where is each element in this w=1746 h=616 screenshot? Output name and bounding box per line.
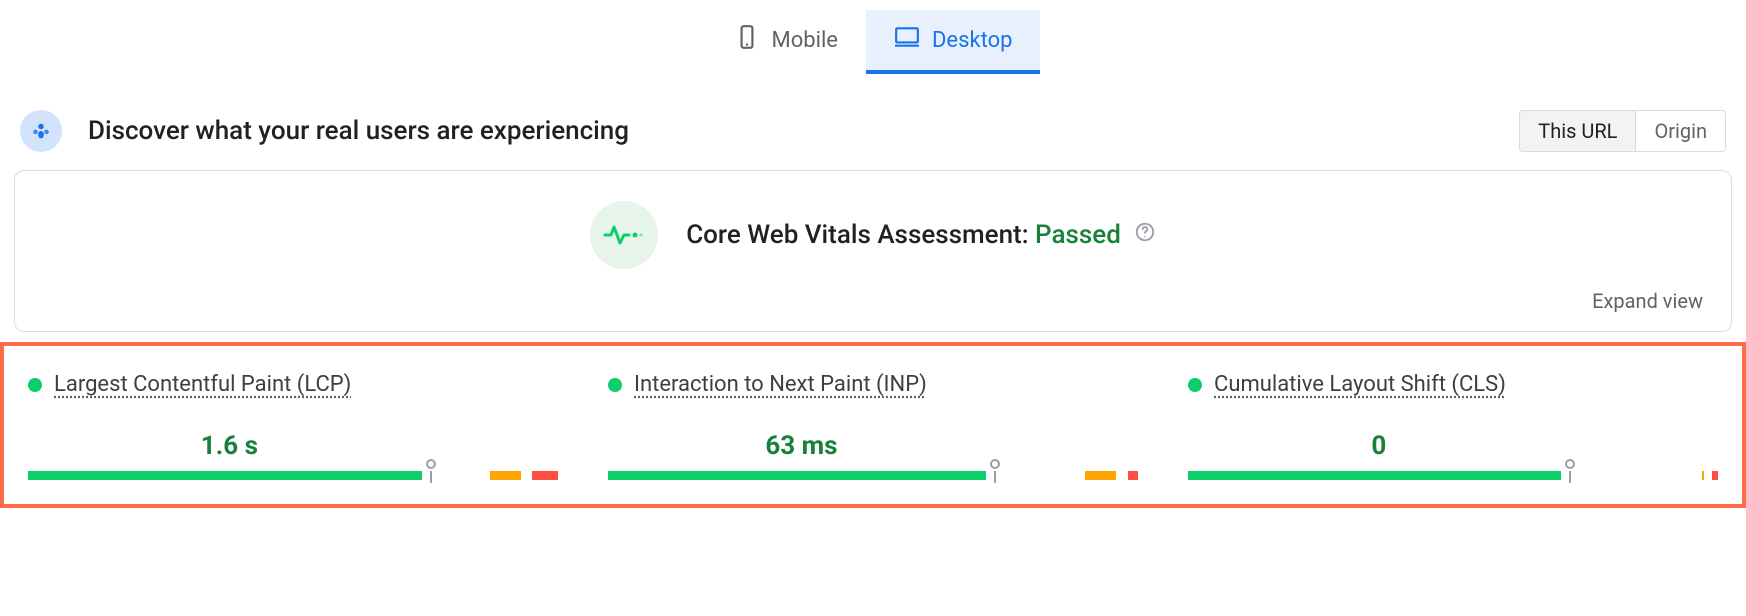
url-origin-toggle: This URL Origin — [1519, 110, 1726, 152]
status-dot-good — [28, 378, 42, 392]
assessment-row: Core Web Vitals Assessment: Passed — [43, 201, 1703, 269]
metric-value-inp: 63 ms — [608, 431, 1138, 461]
assessment-status: Passed — [1035, 220, 1121, 250]
metric-value-lcp: 1.6 s — [28, 431, 558, 461]
toggle-origin[interactable]: Origin — [1636, 111, 1725, 151]
users-icon — [20, 110, 62, 152]
expand-view-link[interactable]: Expand view — [43, 289, 1703, 313]
metric-header: Cumulative Layout Shift (CLS) — [1188, 372, 1718, 397]
marker-inp — [990, 459, 1000, 469]
toggle-this-url[interactable]: This URL — [1520, 111, 1636, 151]
status-dot-good — [1188, 378, 1202, 392]
metric-value-cls: 0 — [1188, 431, 1718, 461]
metric-inp: Interaction to Next Paint (INP) 63 ms — [608, 372, 1138, 480]
metric-name-lcp[interactable]: Largest Contentful Paint (LCP) — [54, 372, 351, 397]
metrics-highlight: Largest Contentful Paint (LCP) 1.6 s Int… — [0, 342, 1746, 508]
help-icon[interactable] — [1134, 220, 1156, 250]
tab-desktop-label: Desktop — [932, 28, 1013, 53]
assessment-text: Core Web Vitals Assessment: Passed — [686, 220, 1156, 250]
marker-lcp — [426, 459, 436, 469]
tab-mobile[interactable]: Mobile — [706, 10, 866, 74]
metric-lcp: Largest Contentful Paint (LCP) 1.6 s — [28, 372, 558, 480]
metric-name-cls[interactable]: Cumulative Layout Shift (CLS) — [1214, 372, 1506, 397]
status-dot-good — [608, 378, 622, 392]
marker-cls — [1565, 459, 1575, 469]
desktop-icon — [894, 24, 920, 56]
header-left: Discover what your real users are experi… — [20, 110, 629, 152]
tab-desktop[interactable]: Desktop — [866, 10, 1041, 74]
assessment-label: Core Web Vitals Assessment: — [686, 220, 1035, 250]
metric-bar-cls — [1188, 471, 1718, 480]
metric-cls: Cumulative Layout Shift (CLS) 0 — [1188, 372, 1718, 480]
pulse-icon — [590, 201, 658, 269]
metric-name-inp[interactable]: Interaction to Next Paint (INP) — [634, 372, 927, 397]
mobile-icon — [734, 24, 760, 56]
header-row: Discover what your real users are experi… — [0, 74, 1746, 170]
metric-bar-lcp — [28, 471, 558, 480]
metric-header: Largest Contentful Paint (LCP) — [28, 372, 558, 397]
vitals-card: Core Web Vitals Assessment: Passed Expan… — [14, 170, 1732, 332]
metric-bar-inp — [608, 471, 1138, 480]
page-title: Discover what your real users are experi… — [88, 116, 629, 146]
tab-mobile-label: Mobile — [772, 28, 838, 53]
metric-header: Interaction to Next Paint (INP) — [608, 372, 1138, 397]
device-tabs: Mobile Desktop — [0, 0, 1746, 74]
